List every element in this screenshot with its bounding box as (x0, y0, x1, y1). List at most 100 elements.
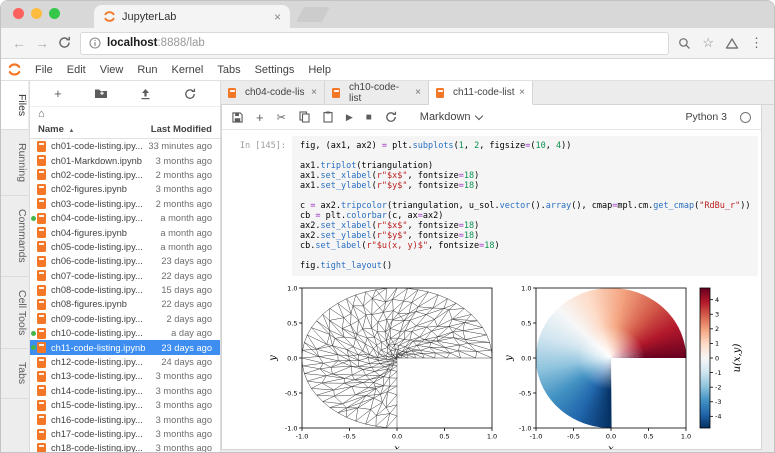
svg-text:0.5: 0.5 (439, 433, 449, 441)
file-row[interactable]: ch02-figures.ipynb3 months ago (30, 182, 220, 196)
minimize-window-button[interactable] (31, 8, 42, 19)
file-row[interactable]: ch02-code-listing.ipy...2 months ago (30, 168, 220, 182)
file-modified: 15 days ago (161, 285, 212, 295)
svg-text:-0.5: -0.5 (567, 433, 580, 441)
kernel-status-icon[interactable] (740, 112, 751, 123)
file-name: ch01-Markdown.ipynb (51, 156, 156, 166)
zoom-window-button[interactable] (49, 8, 60, 19)
svg-text:0.0: 0.0 (521, 354, 531, 362)
menu-item-file[interactable]: File (28, 64, 60, 76)
upload-icon[interactable] (140, 88, 151, 100)
dock-tab-label: ch10-code-list (349, 82, 411, 104)
restart-kernel-icon[interactable] (385, 111, 397, 123)
dock-tab-ch04-code-lis[interactable]: ch04-code-lis × (221, 81, 325, 104)
notebook-file-icon (37, 184, 46, 195)
menu-item-edit[interactable]: Edit (60, 64, 93, 76)
sidebar-tab-running[interactable]: Running (1, 130, 28, 196)
address-bar[interactable]: localhost:8888/lab (80, 32, 669, 55)
notebook-file-icon (37, 198, 46, 209)
browser-tab[interactable]: JupyterLab × (94, 5, 290, 28)
dock-tab-ch11-code-list[interactable]: ch11-code-list × (429, 81, 533, 105)
notebook-file-icon (37, 155, 46, 166)
file-row[interactable]: ch01-Markdown.ipynb3 months ago (30, 153, 220, 167)
menu-item-tabs[interactable]: Tabs (210, 64, 247, 76)
file-row[interactable]: ch16-code-listing.ipy...3 months ago (30, 412, 220, 426)
browser-menu-icon[interactable]: ⋮ (750, 35, 763, 51)
menu-item-settings[interactable]: Settings (248, 64, 302, 76)
refresh-icon[interactable] (184, 88, 196, 100)
breadcrumb[interactable]: ⌂ (30, 107, 220, 123)
dock-tab-label: ch11-code-list (453, 87, 515, 98)
file-row[interactable]: ch04-code-listing.ipy...a month ago (30, 211, 220, 225)
file-row[interactable]: ch04-figures.ipynba month ago (30, 225, 220, 239)
url-host: localhost (107, 37, 157, 49)
file-row[interactable]: ch13-code-listing.ipy...3 months ago (30, 369, 220, 383)
forward-icon[interactable]: → (35, 36, 49, 50)
copy-cells-icon[interactable] (299, 111, 310, 123)
search-icon[interactable] (678, 37, 691, 50)
file-row[interactable]: ch08-figures.ipynb22 days ago (30, 297, 220, 311)
file-name: ch06-code-listing.ipy... (51, 256, 161, 266)
home-icon[interactable]: ⌂ (38, 108, 45, 120)
sort-by-name-header[interactable]: Name ▲ (38, 124, 151, 135)
running-indicator (31, 259, 36, 264)
paste-cells-icon[interactable] (323, 111, 333, 123)
back-icon[interactable]: ← (12, 36, 26, 50)
file-row[interactable]: ch10-code-listing.ipy...a day ago (30, 326, 220, 340)
code-cell[interactable]: In [145]: fig, (ax1, ax2) = plt.subplots… (228, 136, 751, 276)
file-row[interactable]: ch07-code-listing.ipy...22 days ago (30, 269, 220, 283)
bookmark-star-icon[interactable]: ☆ (702, 35, 714, 51)
jupyterlab-app: FileEditViewRunKernelTabsSettingsHelp Fi… (1, 59, 774, 453)
notebook-panel: + ✂ ▶ ■ Markdo (221, 105, 762, 450)
new-launcher-icon[interactable]: + (54, 87, 62, 100)
save-icon[interactable] (232, 112, 243, 123)
cell-type-dropdown[interactable]: Markdown (420, 111, 482, 123)
sort-by-modified-header[interactable]: Last Modified (151, 124, 212, 135)
close-window-button[interactable] (13, 8, 24, 19)
menu-item-kernel[interactable]: Kernel (165, 64, 211, 76)
extension-icon[interactable] (725, 37, 739, 50)
file-row[interactable]: ch06-code-listing.ipy...23 days ago (30, 254, 220, 268)
svg-text:-0.5: -0.5 (285, 389, 298, 397)
svg-text:-1.0: -1.0 (285, 424, 298, 432)
file-list: ch01-code-listing.ipy...33 minutes agoch… (30, 139, 220, 453)
file-row[interactable]: ch01-code-listing.ipy...33 minutes ago (30, 139, 220, 153)
notebook-content[interactable]: In [145]: fig, (ax1, ax2) = plt.subplots… (222, 130, 761, 449)
close-tab-icon[interactable]: × (519, 87, 525, 98)
run-cell-icon[interactable]: ▶ (346, 112, 353, 123)
sort-asc-icon: ▲ (69, 128, 75, 134)
new-folder-icon[interactable] (94, 88, 108, 99)
file-row[interactable]: ch09-code-listing.ipy...2 days ago (30, 312, 220, 326)
info-icon[interactable] (89, 37, 101, 49)
running-indicator (31, 417, 36, 422)
file-row[interactable]: ch11-code-listing.ipynb23 days ago (30, 340, 220, 354)
dock-tab-label: ch04-code-lis (245, 87, 304, 98)
close-tab-icon[interactable]: × (311, 87, 317, 98)
file-row[interactable]: ch12-code-listing.ipy...24 days ago (30, 355, 220, 369)
cell-code-editor[interactable]: fig, (ax1, ax2) = plt.subplots(1, 2, fig… (292, 136, 758, 276)
sidebar-tab-files[interactable]: Files (1, 81, 28, 130)
file-row[interactable]: ch08-code-listing.ipy...15 days ago (30, 283, 220, 297)
close-tab-icon[interactable]: × (274, 10, 281, 24)
menu-item-run[interactable]: Run (130, 64, 164, 76)
close-tab-icon[interactable]: × (415, 87, 421, 98)
file-row[interactable]: ch14-code-listing.ipy...3 months ago (30, 384, 220, 398)
reload-icon[interactable] (58, 36, 71, 51)
cut-cells-icon[interactable]: ✂ (277, 111, 286, 124)
stop-kernel-icon[interactable]: ■ (366, 112, 372, 123)
file-row[interactable]: ch03-code-listing.ipy...2 months ago (30, 197, 220, 211)
sidebar-tab-tabs[interactable]: Tabs (1, 349, 28, 398)
file-row[interactable]: ch15-code-listing.ipy...3 months ago (30, 398, 220, 412)
dock-tab-ch10-code-list[interactable]: ch10-code-list × (325, 81, 429, 104)
sidebar-tab-commands[interactable]: Commands (1, 196, 28, 277)
sidebar-tab-cell-tools[interactable]: Cell Tools (1, 277, 28, 349)
file-row[interactable]: ch17-code-listing.ipy...3 months ago (30, 427, 220, 441)
menu-item-help[interactable]: Help (301, 64, 338, 76)
kernel-name[interactable]: Python 3 (686, 111, 727, 123)
svg-text:0.0: 0.0 (287, 354, 297, 362)
new-tab-button[interactable] (296, 7, 330, 22)
file-row[interactable]: ch18-code-listing.ipy...3 months ago (30, 441, 220, 453)
menu-item-view[interactable]: View (93, 64, 131, 76)
add-cell-icon[interactable]: + (256, 110, 264, 125)
file-row[interactable]: ch05-code-listing.ipy...a month ago (30, 240, 220, 254)
